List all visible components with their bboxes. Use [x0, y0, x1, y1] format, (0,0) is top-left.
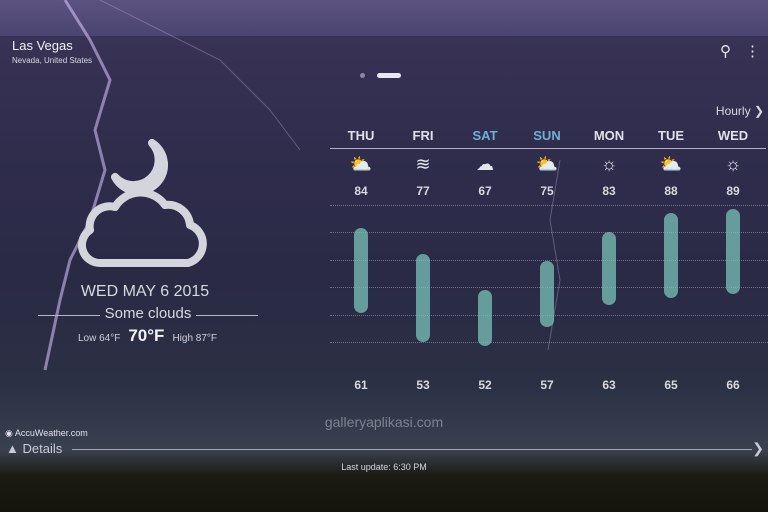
partly-sunny-icon: ⛅: [535, 154, 559, 174]
partly-cloudy-night-icon: [77, 139, 207, 268]
high-temp-label: 88: [664, 184, 678, 198]
cloudy-icon: ☁: [476, 154, 494, 174]
low-temp: Low 64°F: [77, 333, 121, 344]
high-temp-label: 77: [416, 184, 430, 198]
location[interactable]: Las Vegas Nevada, United States: [12, 38, 92, 65]
current-temp: 70°F: [128, 326, 165, 345]
partly-sunny-icon: ⛅: [659, 154, 683, 174]
high-temp-label: 67: [478, 184, 492, 198]
triangle-up-icon: ▲: [6, 441, 19, 456]
day-label[interactable]: SAT: [454, 128, 516, 143]
temp-range-bar: [478, 290, 492, 346]
windy-icon: ≋: [415, 154, 431, 174]
provider-label: AccuWeather.com: [14, 428, 88, 438]
region-name: Nevada, United States: [12, 56, 93, 65]
day-label[interactable]: FRI: [392, 128, 454, 143]
day-label[interactable]: MON: [578, 128, 640, 143]
temp-range-bar: [354, 227, 368, 313]
high-temp: High 87°F: [172, 333, 218, 344]
temp-range-bar: [540, 261, 554, 328]
sunny-icon: ☼: [724, 154, 742, 174]
chevron-right-icon[interactable]: ❯: [752, 440, 764, 457]
high-temp-label: 75: [540, 184, 554, 198]
low-temp-label: 57: [540, 378, 554, 392]
high-temp-label: 89: [726, 184, 740, 198]
sunny-icon: ☼: [600, 154, 618, 174]
current-date: WED MAY 6 2015: [80, 283, 210, 300]
low-temp-label: 66: [726, 378, 740, 392]
day-label[interactable]: THU: [330, 128, 392, 143]
high-temp-label: 83: [602, 184, 616, 198]
accuweather-link[interactable]: ◉ AccuWeather.com: [5, 428, 88, 439]
daily-forecast: THU ⛅ 84 61 FRI ≋ 77 53 SAT ☁ 67 52 SUN ⛅ 75 57 MON ☼ 83 63…: [330, 0, 768, 400]
grid-line: [330, 232, 768, 233]
low-temp-label: 61: [354, 378, 368, 392]
partly-sunny-icon: ⛅: [349, 154, 373, 174]
low-temp-label: 52: [478, 378, 492, 392]
day-label[interactable]: SUN: [516, 128, 578, 143]
last-update: Last update: 6:30 PM: [341, 462, 427, 472]
current-temps: Low 64°F 70°F High 87°F: [40, 326, 255, 346]
grid-line: [330, 342, 768, 343]
grid-line: [330, 205, 768, 206]
details-label: Details: [22, 441, 63, 456]
day-label[interactable]: WED: [702, 128, 764, 143]
low-temp-label: 63: [602, 378, 616, 392]
temp-range-bar: [726, 209, 740, 295]
watermark: galleryaplikasi.com: [324, 414, 444, 430]
forecast-divider: [330, 148, 766, 149]
current-condition: Some clouds: [38, 305, 258, 322]
temp-range-bar: [602, 231, 616, 306]
high-temp-label: 84: [354, 184, 368, 198]
day-label[interactable]: TUE: [640, 128, 702, 143]
low-temp-label: 53: [416, 378, 430, 392]
temp-range-bar: [664, 213, 678, 298]
details-divider: [72, 449, 752, 450]
low-temp-label: 65: [664, 378, 678, 392]
details-toggle[interactable]: ▲ Details: [6, 441, 62, 456]
temp-range-bar: [416, 253, 430, 342]
city-name: Las Vegas: [12, 38, 73, 53]
